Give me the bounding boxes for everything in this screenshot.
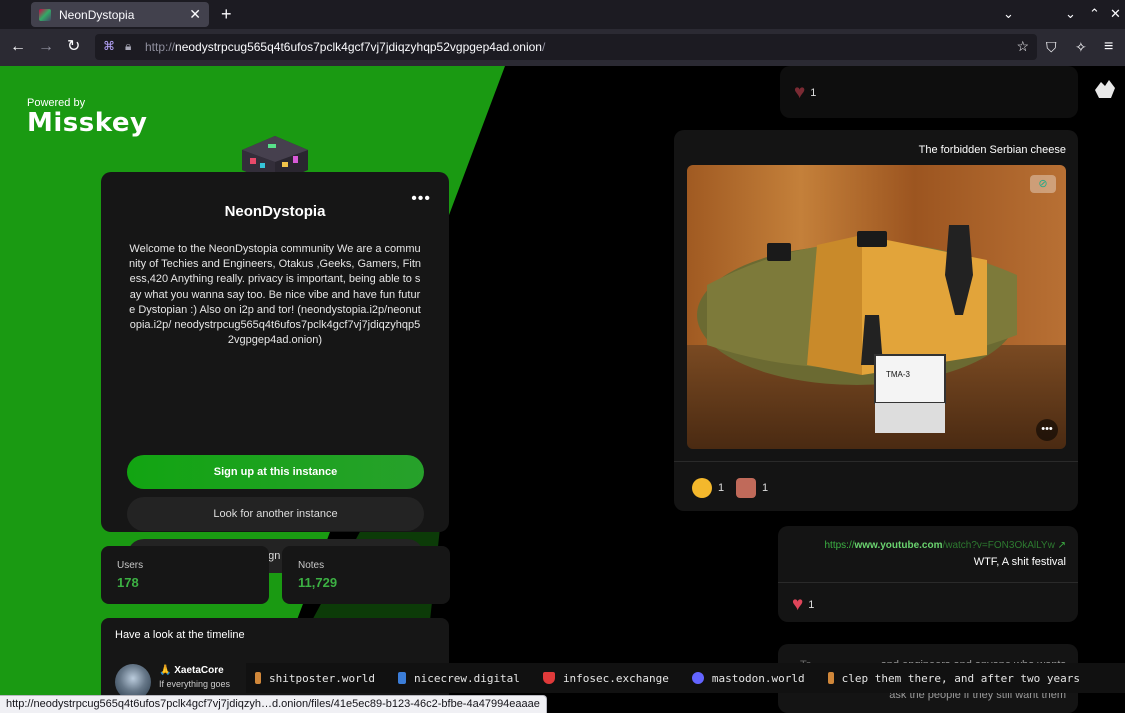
instance-description: Welcome to the NeonDystopia community We… <box>128 243 422 347</box>
note-card: https://www.youtube.com/watch?v=FON3OkAl… <box>778 526 1078 622</box>
shield-icon[interactable]: ⛉ <box>1046 38 1057 56</box>
timeline-note-text: If everything goes <box>159 679 231 689</box>
new-tab-button[interactable]: + <box>221 4 232 25</box>
note-card: ♥ 1 <box>780 66 1078 118</box>
reaction-count: 1 <box>808 599 815 611</box>
external-link-icon: ↗ <box>1057 540 1066 551</box>
lock-icon[interactable]: 🔒︎ <box>125 39 131 54</box>
reaction-heart[interactable]: ♥ 1 <box>794 82 816 104</box>
ticker-item[interactable]: clep them there, and after two years <box>827 672 1080 685</box>
heart-icon: ♥ <box>792 594 804 615</box>
look-for-instance-button[interactable]: Look for another instance <box>127 497 424 531</box>
tab-title: NeonDystopia <box>59 7 135 22</box>
menu-hamburger-icon[interactable]: ≡ <box>1104 38 1113 56</box>
mastodon-icon <box>691 672 704 684</box>
shitposter-icon <box>255 672 261 684</box>
page-content: Powered by Misskey ••• NeonDystopia Welc… <box>0 66 1125 713</box>
browser-tab[interactable]: NeonDystopia ✕ <box>31 2 209 27</box>
image-label-text: TMA-3 <box>886 370 911 379</box>
timeline-user-name[interactable]: 🙏 XaetaCore <box>159 665 224 676</box>
tab-list-chevron-icon[interactable]: ⌄ <box>1003 6 1014 22</box>
bookmark-star-icon[interactable]: ☆ <box>1016 38 1029 55</box>
ticker-item[interactable]: shitposter.world <box>255 672 375 685</box>
reaction-count: 1 <box>810 87 817 99</box>
reaction-custom[interactable]: 1 <box>736 478 768 498</box>
status-bar-url: http://neodystrpcug565q4t6ufos7pclk4gcf7… <box>0 695 547 713</box>
reaction-heart[interactable]: ♥ 1 <box>792 594 814 616</box>
reload-icon[interactable]: ↻ <box>67 38 80 56</box>
heart-icon: ♥ <box>794 82 806 103</box>
instance-name: NeonDystopia <box>224 203 326 220</box>
tor-circuit-icon[interactable]: ⌘ <box>103 39 115 53</box>
minimize-chevron-icon[interactable]: ⌄ <box>1065 6 1076 22</box>
forward-arrow-icon[interactable]: → <box>38 38 54 56</box>
notes-label: Notes <box>298 560 325 571</box>
notes-stat: Notes 11,729 <box>282 546 450 604</box>
reaction-count: 1 <box>718 482 725 494</box>
extensions-broom-icon[interactable]: ✧ <box>1075 38 1087 56</box>
signup-button[interactable]: Sign up at this instance <box>127 455 424 489</box>
note-text: WTF, A shit festival <box>973 556 1066 568</box>
laughing-emoji-icon <box>692 478 712 498</box>
close-tab-icon[interactable]: ✕ <box>189 6 201 23</box>
users-value: 178 <box>117 575 139 590</box>
divider <box>778 582 1078 583</box>
navigation-bar: ← → ↻ ⌘ 🔒︎ http://neodystrpcug565q4t6ufo… <box>0 29 1125 66</box>
tab-bar: NeonDystopia ✕ + ⌄ ⌄ ⌃ ✕ <box>0 0 1125 29</box>
divider <box>674 461 1078 462</box>
ticker-item[interactable]: infosec.exchange <box>542 672 669 685</box>
reaction-laugh[interactable]: 1 <box>692 478 724 498</box>
infosec-shield-icon <box>542 672 555 684</box>
reaction-count: 1 <box>762 482 769 494</box>
site-favicon-icon <box>39 8 51 21</box>
note-text: The forbidden Serbian cheese <box>918 144 1066 156</box>
notes-value: 11,729 <box>298 575 338 590</box>
custom-emoji-icon <box>736 478 756 498</box>
maximize-chevron-icon[interactable]: ⌃ <box>1089 6 1100 22</box>
instance-card: ••• NeonDystopia Welcome to the NeonDyst… <box>101 172 449 573</box>
note-card: The forbidden Serbian cheese TMA-3 ⊘ •••… <box>674 130 1078 511</box>
timeline-heading: Have a look at the timeline <box>115 629 245 641</box>
misskey-corner-icon[interactable] <box>1091 76 1119 104</box>
ticker-item[interactable]: mastodon.world <box>691 672 805 685</box>
hide-image-icon[interactable]: ⊘ <box>1030 175 1056 193</box>
users-stat: Users 178 <box>101 546 269 604</box>
instance-ticker: shitposter.world nicecrew.digital infose… <box>246 663 1125 693</box>
users-label: Users <box>117 560 144 571</box>
image-more-icon[interactable]: ••• <box>1036 419 1058 441</box>
nicecrew-icon <box>397 672 406 684</box>
back-arrow-icon[interactable]: ← <box>10 38 26 56</box>
url-bar[interactable]: ⌘ 🔒︎ http://neodystrpcug565q4t6ufos7pclk… <box>95 34 1037 60</box>
close-window-icon[interactable]: ✕ <box>1110 6 1121 22</box>
cheese-photo: TMA-3 <box>687 165 1066 449</box>
youtube-link[interactable]: https://www.youtube.com/watch?v=FON3OkAl… <box>824 540 1066 551</box>
misskey-logo[interactable]: Misskey <box>27 108 147 138</box>
ticker-item[interactable]: nicecrew.digital <box>397 672 520 685</box>
note-image[interactable]: TMA-3 ⊘ ••• <box>687 165 1066 449</box>
url-text[interactable]: http://neodystrpcug565q4t6ufos7pclk4gcf7… <box>145 40 545 54</box>
shitposter-icon <box>827 672 834 684</box>
